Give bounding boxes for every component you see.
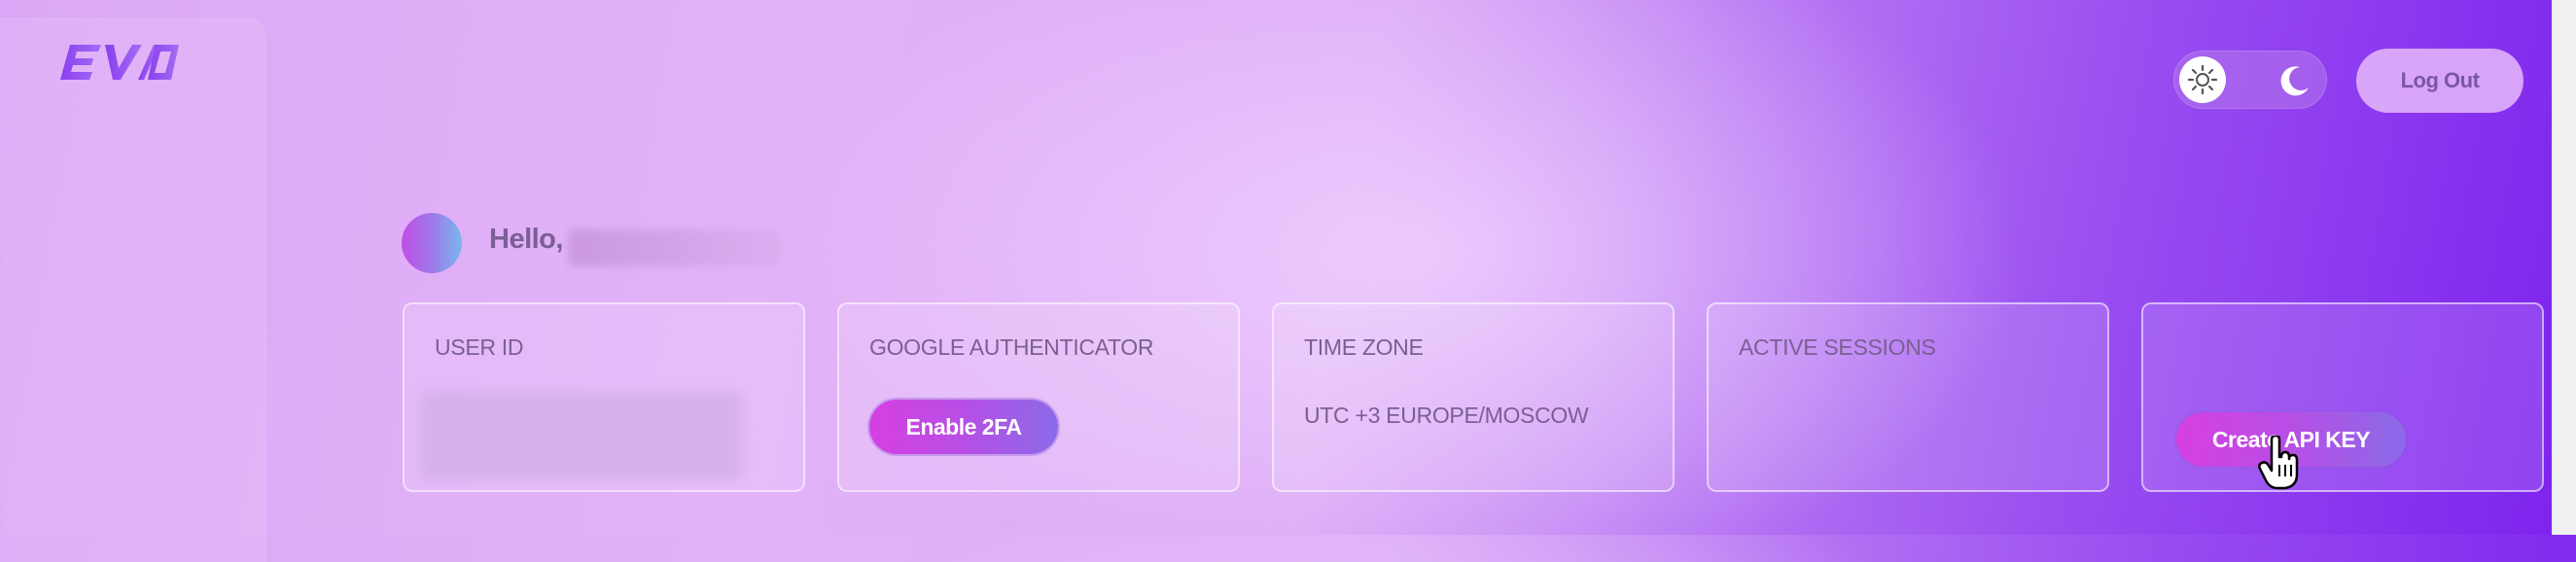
theme-toggle[interactable] bbox=[2173, 51, 2327, 109]
logout-button[interactable]: Log Out bbox=[2356, 49, 2523, 113]
user-id-card: USER ID bbox=[403, 302, 805, 492]
user-id-redacted bbox=[421, 392, 742, 479]
scrollbar[interactable] bbox=[2552, 0, 2576, 535]
card-title: USER ID bbox=[435, 334, 524, 360]
card-title: GOOGLE AUTHENTICATOR bbox=[869, 334, 1154, 360]
sun-icon[interactable] bbox=[2179, 56, 2226, 103]
time-zone-card: TIME ZONE UTC +3 EUROPE/MOSCOW bbox=[1272, 302, 1675, 492]
hand-cursor-icon bbox=[2258, 434, 2301, 495]
greeting-text: Hello, bbox=[489, 224, 563, 255]
google-authenticator-card: GOOGLE AUTHENTICATOR Enable 2FA bbox=[837, 302, 1240, 492]
active-sessions-card: ACTIVE SESSIONS bbox=[1707, 302, 2109, 492]
card-title: TIME ZONE bbox=[1304, 334, 1424, 360]
enable-2fa-button[interactable]: Enable 2FA bbox=[869, 400, 1058, 454]
api-key-card: Create API KEY bbox=[2141, 302, 2544, 492]
time-zone-value: UTC +3 EUROPE/MOSCOW bbox=[1304, 403, 1589, 428]
evo-logo[interactable] bbox=[56, 39, 183, 90]
moon-icon[interactable] bbox=[2278, 64, 2311, 97]
username-redacted bbox=[569, 229, 781, 266]
sidebar bbox=[0, 18, 266, 562]
avatar bbox=[402, 213, 462, 273]
card-title: ACTIVE SESSIONS bbox=[1739, 334, 1936, 360]
